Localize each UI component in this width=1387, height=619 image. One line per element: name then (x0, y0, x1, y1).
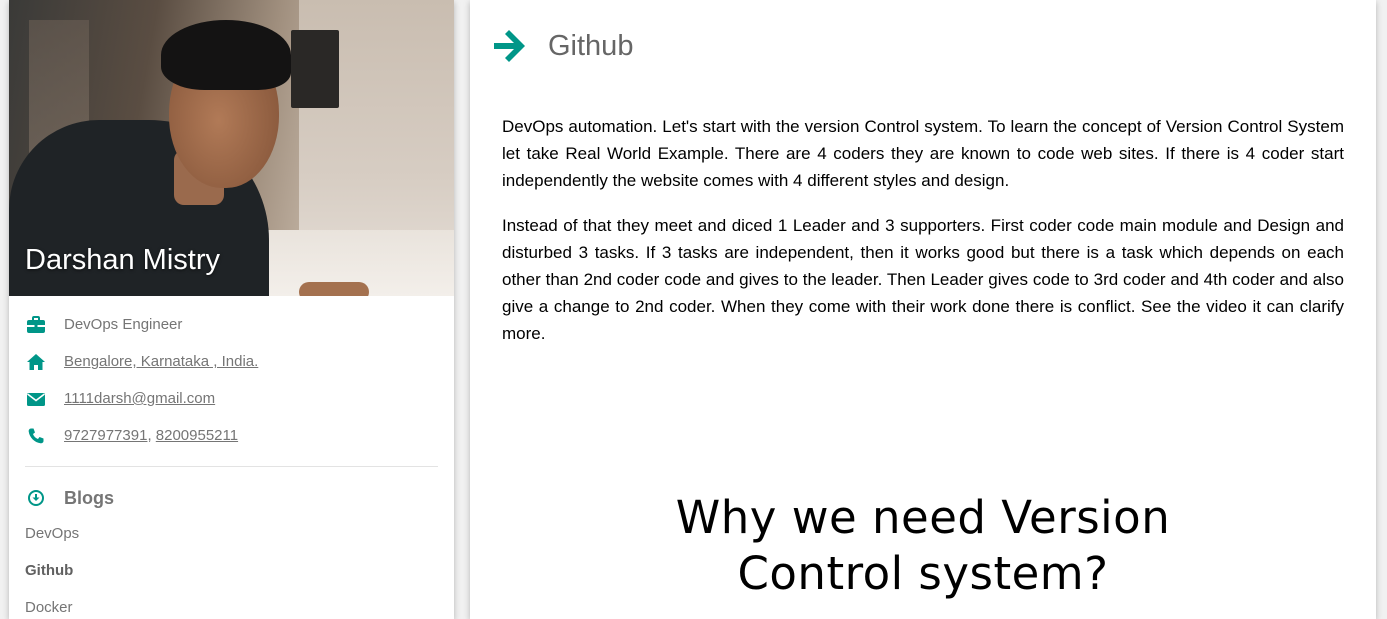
phone-row: 9727977391, 8200955211 (25, 417, 438, 454)
article-body: DevOps automation. Let's start with the … (502, 113, 1344, 365)
email-row: 1111darsh@gmail.com (25, 380, 438, 417)
blog-item-devops[interactable]: DevOps (25, 523, 438, 560)
arrow-right-icon (492, 26, 526, 66)
arrow-circle-down-icon (25, 487, 47, 509)
video-title-line: Why we need Version (675, 491, 1171, 544)
blogs-header: Blogs (9, 467, 454, 509)
blog-item-docker[interactable]: Docker (25, 597, 438, 619)
job-title: DevOps Engineer (64, 316, 183, 333)
location-row: Bengalore, Karnataka , India. (25, 343, 438, 380)
contact-info: DevOps Engineer Bengalore, Karnataka , I… (9, 296, 454, 454)
article-paragraph: Instead of that they meet and diced 1 Le… (502, 216, 1344, 343)
main-card: Github DevOps automation. Let's start wi… (470, 0, 1376, 619)
blogs-heading: Blogs (64, 487, 115, 508)
profile-photo: Darshan Mistry (9, 0, 454, 296)
video-title-line: Control system? (737, 547, 1109, 600)
briefcase-icon (25, 314, 47, 336)
envelope-icon (25, 388, 47, 410)
video-title-slide[interactable]: Why we need Version Control system? (470, 490, 1376, 602)
page-title: Github (548, 29, 634, 62)
phone-separator: , (147, 427, 152, 444)
profile-name: Darshan Mistry (25, 244, 220, 276)
article-paragraph: DevOps automation. Let's start with the … (502, 117, 1344, 190)
job-row: DevOps Engineer (25, 306, 438, 343)
blog-item-github[interactable]: Github (25, 560, 438, 597)
email-link[interactable]: 1111darsh@gmail.com (64, 390, 215, 407)
profile-sidebar: Darshan Mistry DevOps Engineer Bengalore… (9, 0, 454, 619)
main-header: Github (492, 26, 633, 66)
phone-link-1[interactable]: 9727977391 (64, 427, 147, 444)
location-link[interactable]: Bengalore, Karnataka , India. (64, 353, 258, 370)
blog-list: DevOps Github Docker (9, 509, 454, 619)
page: Darshan Mistry DevOps Engineer Bengalore… (0, 0, 1387, 619)
phone-link-2[interactable]: 8200955211 (156, 427, 238, 444)
phone-icon (25, 425, 47, 447)
home-icon (25, 351, 47, 373)
